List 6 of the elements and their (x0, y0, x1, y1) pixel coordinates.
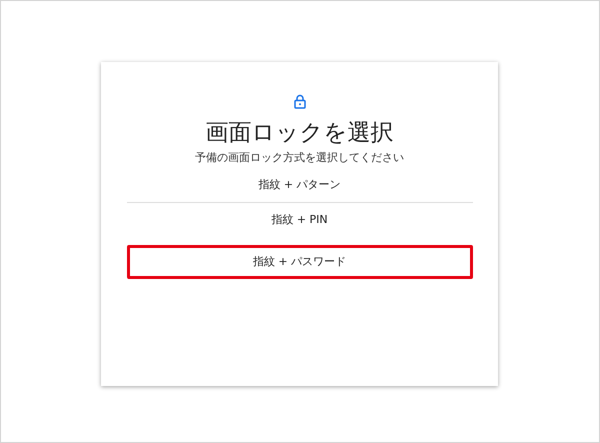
lock-icon (294, 94, 306, 109)
lock-option[interactable]: 指紋 + パターン (126, 172, 472, 198)
dialog-title: 画面ロックを選択 (206, 119, 394, 148)
lock-option[interactable]: 指紋 + パスワード (126, 245, 472, 279)
lock-option[interactable]: 指紋 + PIN (126, 207, 472, 233)
dialog-subtitle: 予備の画面ロック方式を選択してください (195, 150, 404, 166)
